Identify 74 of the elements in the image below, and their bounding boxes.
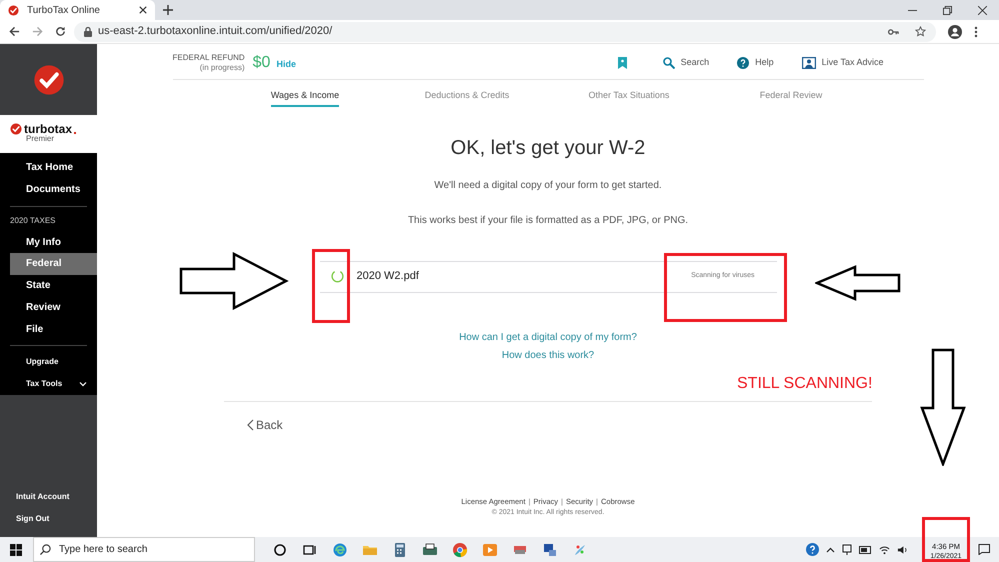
sidebar-item[interactable]: Documents xyxy=(10,178,97,201)
arrow-left-icon xyxy=(815,265,901,301)
sidebar-item[interactable]: Tax Home xyxy=(10,157,97,179)
calculator-icon[interactable] xyxy=(392,542,408,558)
checkmark-icon xyxy=(10,123,22,135)
sidebar-item[interactable]: Tax Tools xyxy=(10,373,97,395)
refund-status: (in progress) xyxy=(200,62,245,72)
help-button[interactable]: Help xyxy=(737,56,774,70)
help-link[interactable]: How does this work? xyxy=(502,350,594,360)
bookmark-icon[interactable] xyxy=(618,56,627,68)
arrow-down-icon xyxy=(920,348,966,466)
sidebar-item[interactable]: Federal xyxy=(10,252,97,275)
highlight-box xyxy=(922,517,970,562)
refund-label: FEDERAL REFUND xyxy=(172,52,245,62)
printer-icon[interactable] xyxy=(422,542,438,558)
chevron-up-icon[interactable] xyxy=(826,546,835,552)
checkmark-icon xyxy=(8,4,19,16)
chevron-left-icon xyxy=(247,418,254,430)
chevron-down-icon xyxy=(79,382,87,387)
task-view-icon[interactable] xyxy=(272,542,288,558)
profile-icon[interactable] xyxy=(948,24,962,38)
edge-icon[interactable] xyxy=(332,542,348,558)
sidebar-item[interactable]: Review xyxy=(10,296,97,318)
notification-icon[interactable] xyxy=(978,544,990,555)
restore-icon[interactable] xyxy=(943,6,952,14)
help-icon xyxy=(737,56,750,68)
step-tab[interactable]: Federal Review xyxy=(760,89,822,106)
edition-label: Premier xyxy=(25,135,56,143)
star-icon[interactable] xyxy=(915,26,926,37)
network-computer-icon[interactable] xyxy=(542,542,558,558)
back-icon[interactable] xyxy=(9,26,20,37)
section-label: 2020 TAXES xyxy=(9,215,57,228)
address-bar[interactable]: us-east-2.turbotaxonline.intuit.com/unified/2020/ xyxy=(74,22,936,42)
sidebar-link[interactable]: Intuit Account xyxy=(16,491,97,503)
sidebar-item[interactable]: My Info xyxy=(10,231,97,253)
sidebar-item[interactable]: Upgrade xyxy=(10,351,97,374)
person-icon xyxy=(802,56,816,68)
page-title: OK, let's get your W-2 xyxy=(450,138,646,158)
battery-icon[interactable] xyxy=(859,546,872,554)
wifi-icon[interactable] xyxy=(879,544,890,554)
sidebar-item[interactable]: File xyxy=(10,318,97,340)
taskbar-search-field[interactable]: Type here to search xyxy=(33,537,255,562)
help-link[interactable]: How can I get a digital copy of my form? xyxy=(459,332,637,342)
annotation-text: STILL SCANNING! xyxy=(737,374,872,394)
step-tab[interactable]: Deductions & Credits xyxy=(424,89,510,106)
close-icon[interactable] xyxy=(139,6,147,14)
lock-icon xyxy=(84,26,92,36)
search-icon xyxy=(662,56,675,68)
device-icon[interactable] xyxy=(842,544,852,555)
refund-amount: $0 xyxy=(252,52,270,72)
checkmark-logo-icon[interactable] xyxy=(32,64,64,96)
sidebar-link[interactable]: Sign Out xyxy=(16,513,97,525)
arrow-right-icon xyxy=(179,252,289,310)
intro-text: We'll need a digital copy of your form to get started. xyxy=(434,178,662,192)
advice-button[interactable]: Live Tax Advice xyxy=(802,56,884,70)
help-icon[interactable] xyxy=(806,543,819,556)
back-button[interactable]: Back xyxy=(247,416,283,434)
brand-name: turbotax xyxy=(24,123,72,135)
sidebar-item[interactable]: State xyxy=(10,274,97,297)
browser-tab[interactable]: TurboTax Online xyxy=(0,0,155,20)
more-icon[interactable] xyxy=(974,26,978,38)
search-icon xyxy=(40,544,51,555)
file-name: 2020 W2.pdf xyxy=(356,269,419,284)
windows-start-icon[interactable] xyxy=(10,544,22,556)
intro-text: This works best if your file is formatted as a PDF, JPG, or PNG. xyxy=(408,214,688,228)
new-tab-icon[interactable] xyxy=(163,5,173,15)
close-icon[interactable] xyxy=(978,6,987,14)
chrome-icon[interactable] xyxy=(452,542,468,558)
speaker-icon[interactable] xyxy=(897,544,908,554)
step-tab[interactable]: Other Tax Situations xyxy=(588,89,670,106)
key-icon[interactable] xyxy=(888,28,899,36)
search-button[interactable]: Search xyxy=(662,56,710,70)
reload-icon[interactable] xyxy=(55,26,66,37)
step-tab[interactable]: Wages & Income xyxy=(270,89,340,106)
